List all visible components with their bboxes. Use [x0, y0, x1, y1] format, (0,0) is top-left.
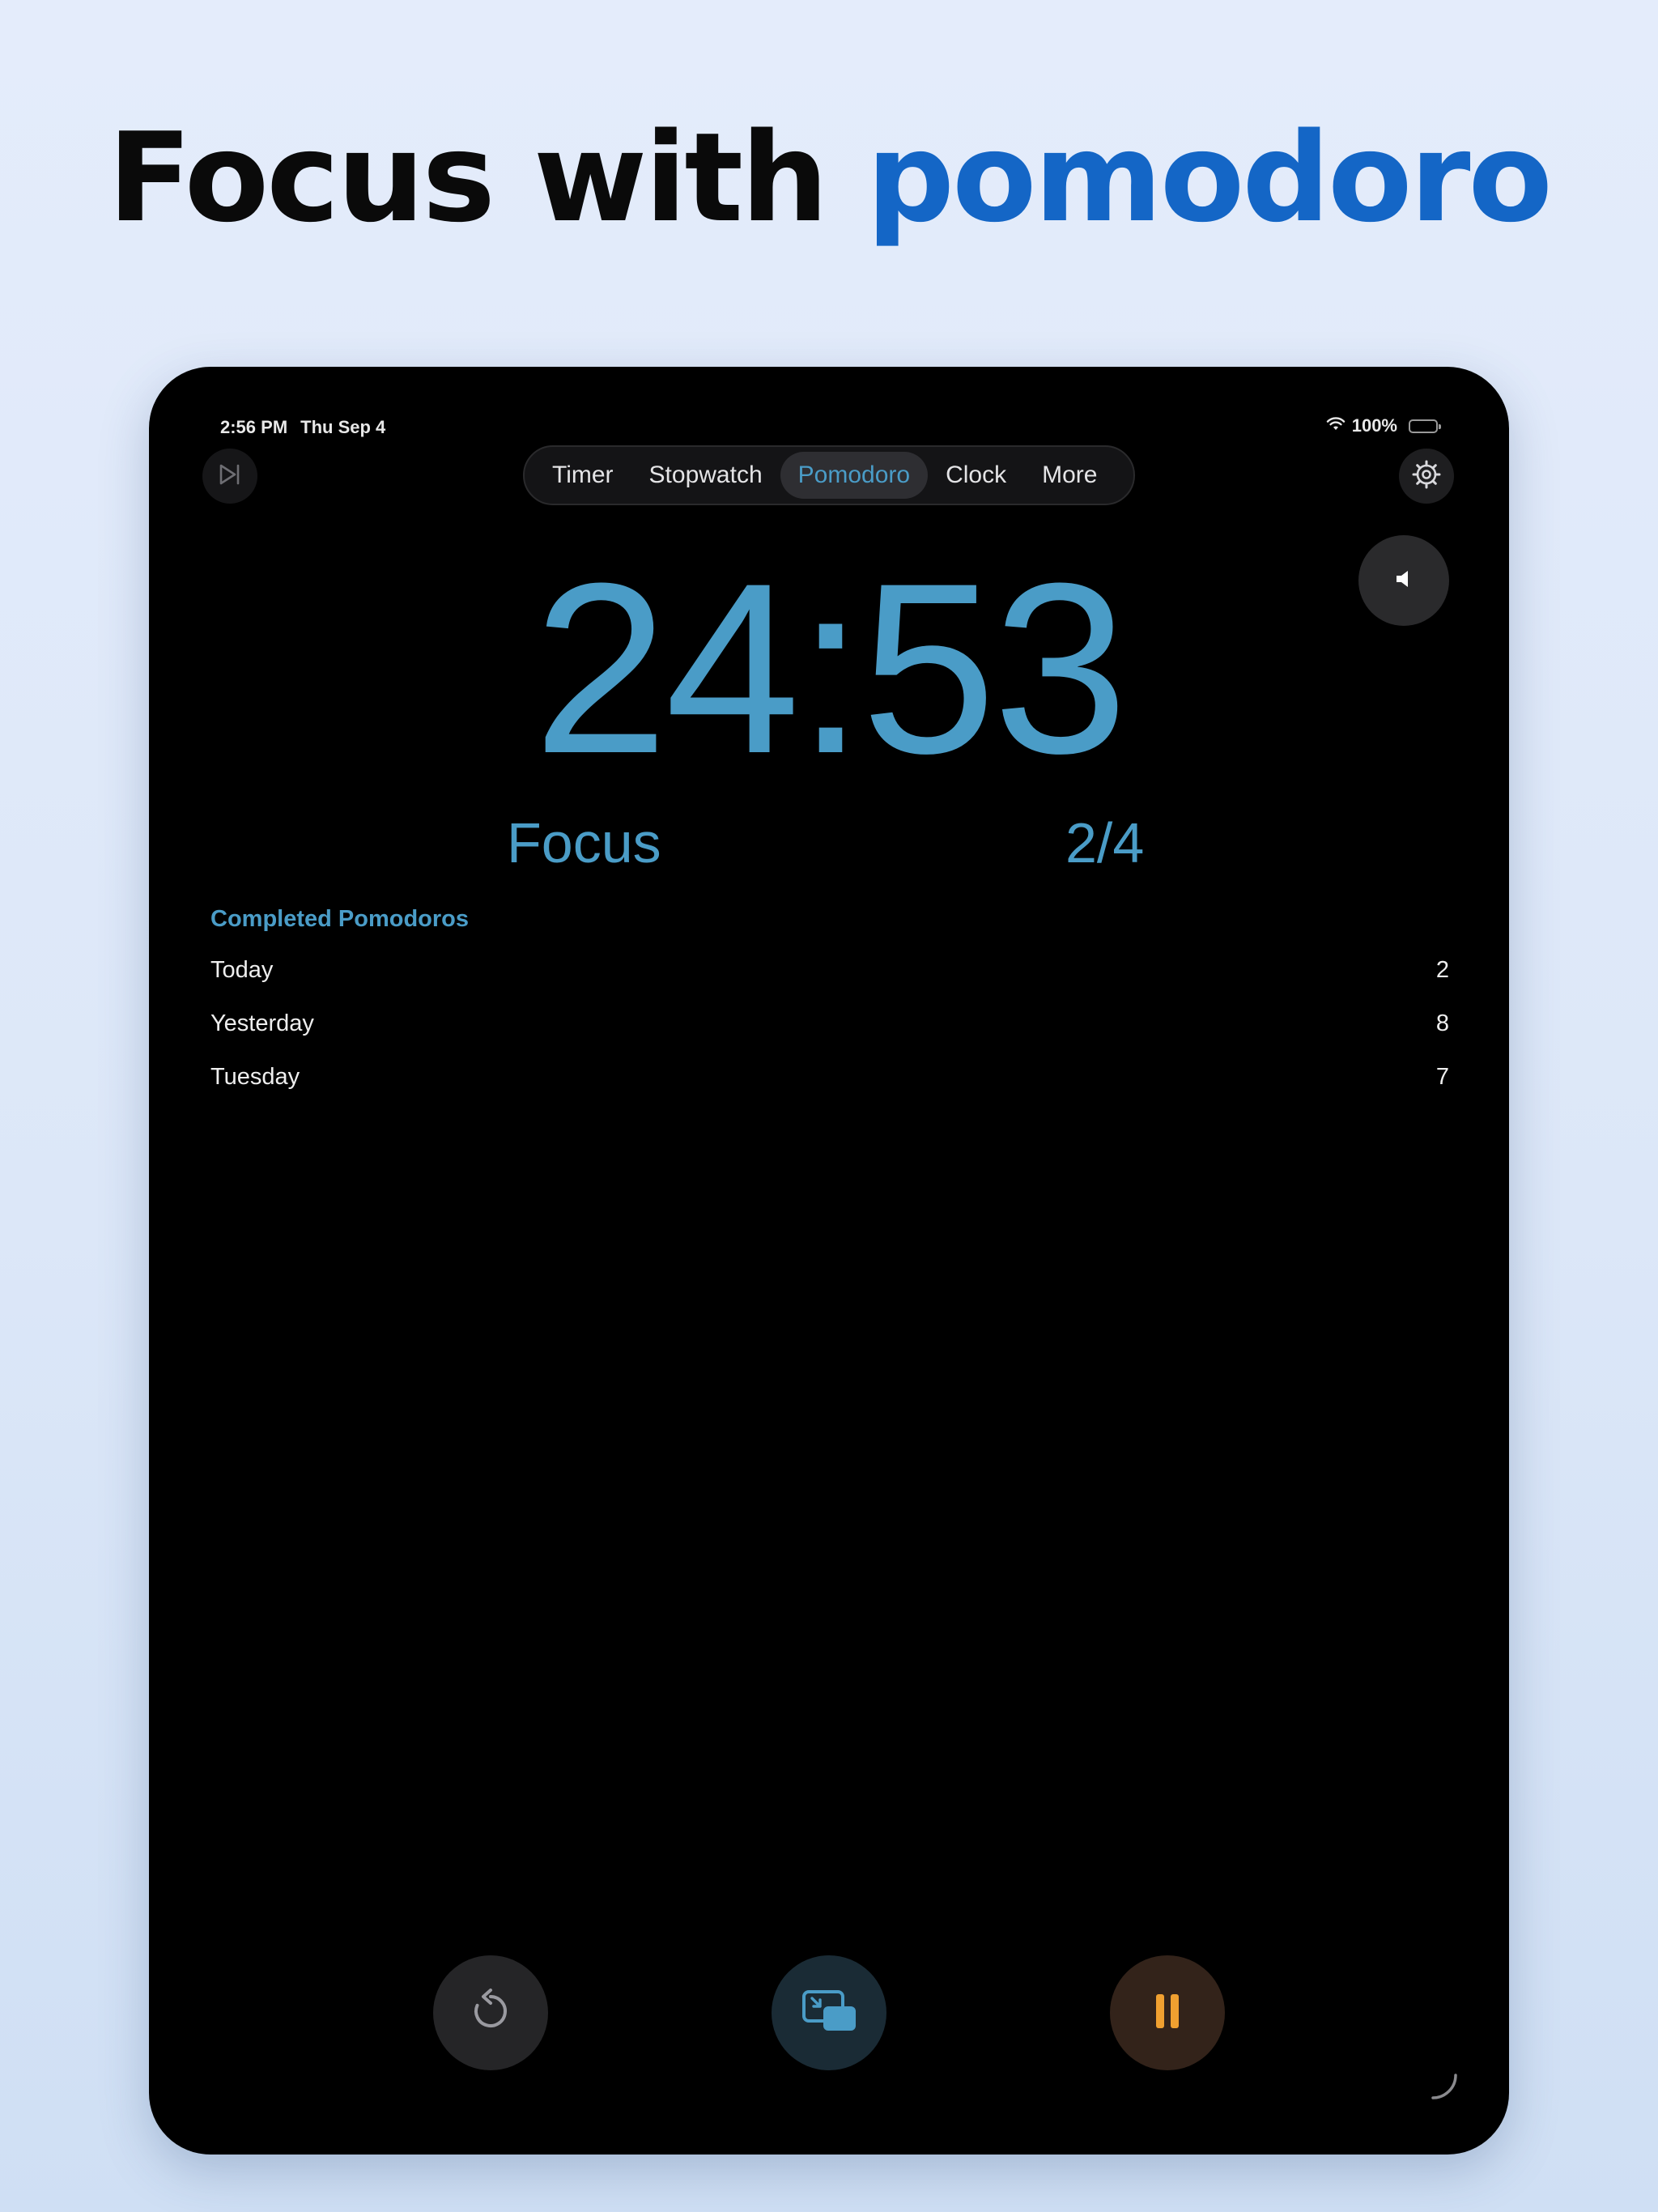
- completed-pomodoros-title: Completed Pomodoros: [210, 906, 470, 932]
- reset-button[interactable]: [433, 1955, 548, 2070]
- headline-accent: pomodoro: [866, 106, 1553, 249]
- mode-tab-bar: Timer Stopwatch Pomodoro Clock More: [523, 445, 1135, 505]
- picture-in-picture-icon: [799, 1987, 859, 2040]
- headline: Focus with pomodoro: [0, 105, 1658, 251]
- status-bar-left: 2:56 PM Thu Sep 4: [220, 417, 398, 438]
- list-item: Today 2: [210, 943, 1449, 997]
- history-count: 2: [1435, 956, 1449, 983]
- history-count: 8: [1435, 1010, 1449, 1036]
- gear-icon: [1410, 458, 1443, 495]
- completed-pomodoros-list: Today 2 Yesterday 8 Tuesday 7: [210, 943, 1449, 1104]
- settings-button[interactable]: [1399, 449, 1454, 504]
- phase-label: Focus: [507, 811, 661, 874]
- ipad-screen: 2:56 PM Thu Sep 4 100% Timer Stopwatch Po…: [149, 367, 1509, 2155]
- tab-more[interactable]: More: [1024, 452, 1115, 499]
- history-day: Tuesday: [210, 1063, 300, 1090]
- status-time: 2:56 PM: [220, 417, 288, 437]
- wifi-icon: [1326, 415, 1346, 436]
- picture-in-picture-button[interactable]: [772, 1955, 886, 2070]
- pause-icon: [1151, 1991, 1184, 2035]
- tab-pomodoro[interactable]: Pomodoro: [780, 452, 929, 499]
- history-day: Today: [210, 956, 274, 983]
- round-counter: 2/4: [1065, 811, 1145, 874]
- countdown-display: 24:53: [533, 532, 1129, 804]
- skip-button[interactable]: [202, 449, 257, 504]
- history-day: Yesterday: [210, 1010, 314, 1036]
- tab-timer[interactable]: Timer: [534, 452, 631, 499]
- resize-corner-icon: [1428, 2070, 1460, 2107]
- list-item: Yesterday 8: [210, 997, 1449, 1050]
- battery-icon: [1409, 419, 1441, 433]
- tab-clock[interactable]: Clock: [928, 452, 1024, 499]
- reset-icon: [466, 1987, 515, 2040]
- history-count: 7: [1435, 1063, 1449, 1090]
- tab-stopwatch[interactable]: Stopwatch: [631, 452, 780, 499]
- headline-prefix: Focus with: [108, 106, 828, 249]
- list-item: Tuesday 7: [210, 1050, 1449, 1104]
- status-bar-right: 100%: [1326, 415, 1441, 436]
- battery-percent: 100%: [1351, 415, 1397, 436]
- status-date: Thu Sep 4: [300, 417, 386, 437]
- pause-button[interactable]: [1110, 1955, 1225, 2070]
- skip-forward-icon: [217, 462, 243, 491]
